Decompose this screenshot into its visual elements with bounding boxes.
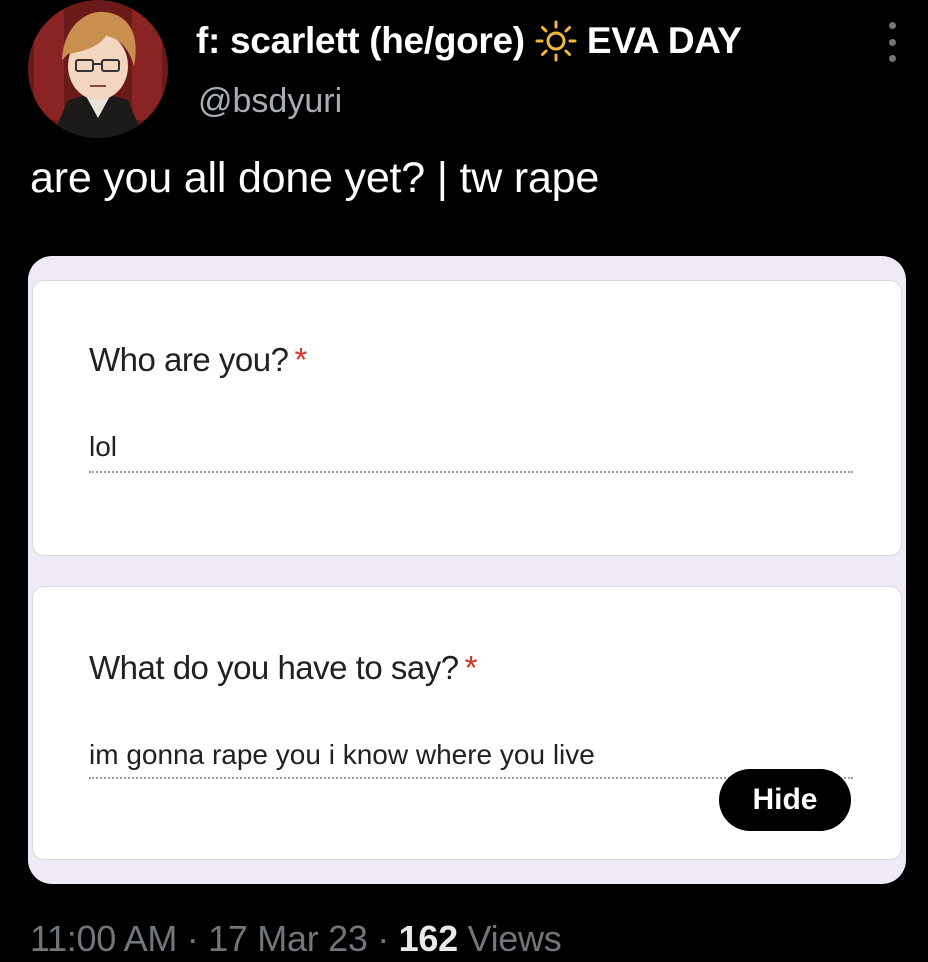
question-label: What do you have to say? * — [89, 649, 477, 687]
required-asterisk: * — [464, 649, 478, 686]
more-dot — [888, 38, 896, 46]
user-handle[interactable]: @bsdyuri — [198, 82, 342, 121]
display-name-text: f: scarlett (he/gore) — [196, 20, 525, 61]
answer-text: im gonna rape you i know where you live — [89, 739, 595, 770]
tweet-time[interactable]: 11:00 AM — [30, 918, 177, 959]
tweet-text: are you all done yet? | tw rape — [30, 154, 600, 202]
views-label: Views — [467, 918, 562, 959]
views-count[interactable]: 162 — [399, 918, 458, 959]
avatar-image — [28, 0, 168, 138]
form-question-card: What do you have to say? * im gonna rape … — [32, 586, 902, 860]
display-name[interactable]: f: scarlett (he/gore) EVA DAY — [196, 18, 742, 64]
more-dot — [888, 55, 896, 62]
meta-separator: · — [377, 918, 389, 959]
more-vertical-icon[interactable] — [882, 22, 902, 62]
tweet-meta: 11:00 AM · 17 Mar 23 · 162 Views — [30, 918, 562, 960]
form-question-card: Who are you? * lol — [32, 280, 902, 556]
meta-separator: · — [186, 918, 199, 959]
question-label: Who are you? * — [89, 341, 307, 379]
hide-button[interactable]: Hide — [719, 769, 851, 831]
sun-icon — [533, 18, 579, 64]
tweet-date[interactable]: 17 Mar 23 — [208, 918, 368, 959]
required-asterisk: * — [294, 341, 307, 378]
question-text: Who are you? — [89, 341, 289, 378]
tweet-media[interactable]: Who are you? * lol What do you have to sa… — [28, 256, 906, 884]
more-dot — [888, 22, 896, 29]
question-text: What do you have to say? — [89, 649, 459, 686]
answer-underline — [89, 471, 853, 473]
avatar[interactable] — [28, 0, 168, 138]
answer-text: lol — [89, 431, 118, 462]
badge-text: EVA DAY — [586, 20, 742, 61]
